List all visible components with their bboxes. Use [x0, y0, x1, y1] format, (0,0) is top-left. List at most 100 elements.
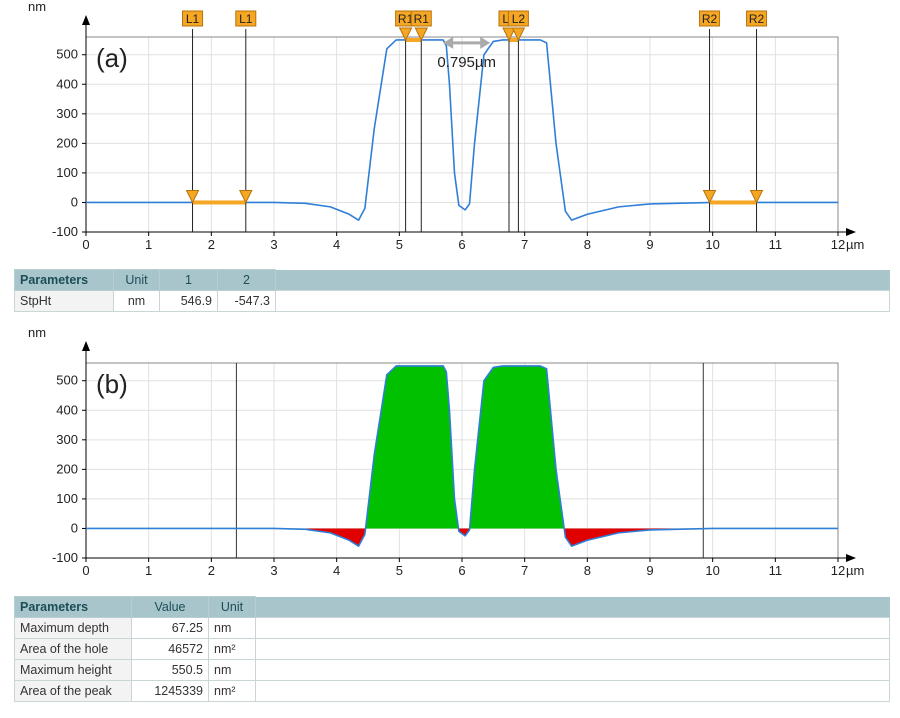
charta-y-tick-label: 500 — [56, 47, 78, 62]
table-b-header-unit: Unit — [208, 596, 256, 618]
chartb-x-tick-label: 8 — [584, 563, 591, 578]
table-a-header-unit: Unit — [113, 269, 160, 291]
table-b-unit: nm — [208, 659, 256, 681]
chartb-x-tick-label: 9 — [646, 563, 653, 578]
chartb-x-tick-label: 11 — [769, 563, 783, 578]
chartb-y-axis-arrow — [82, 341, 90, 351]
chartb-y-tick-label: 100 — [56, 491, 78, 506]
chartb-x-tick-label: 1 — [145, 563, 152, 578]
table-a-value-1: 546.9 — [159, 290, 218, 312]
charta-panel-label: (a) — [96, 43, 128, 73]
charta-y-tick-label: 200 — [56, 135, 78, 150]
charta-y-tick-label: -100 — [52, 224, 78, 239]
chartb-y-axis-label: nm — [28, 325, 46, 340]
charta-x-tick-label: 9 — [646, 237, 653, 252]
parameters-table-b: Parameters Value Unit Maximum depth 67.2… — [14, 596, 890, 702]
table-a-value-2: -547.3 — [217, 290, 276, 312]
chartb-x-tick-label: 0 — [82, 563, 89, 578]
table-b-value: 46572 — [131, 638, 209, 660]
parameters-table-a: Parameters Unit 1 2 StpHt nm 546.9 -547.… — [14, 269, 890, 312]
charta-x-tick-label: 4 — [333, 237, 340, 252]
table-b-header-parameters: Parameters — [14, 596, 132, 618]
table-b-header-value: Value — [131, 596, 209, 618]
table-b-header-row: Parameters Value Unit — [14, 596, 890, 618]
charta-x-tick-label: 10 — [705, 237, 719, 252]
table-a-param-stpht: StpHt — [14, 290, 114, 312]
charta-distance-arrow-left — [443, 36, 454, 49]
table-a-unit: nm — [113, 290, 160, 312]
chartb-x-tick-label: 7 — [521, 563, 528, 578]
charta-cursor-label-l1: L1 — [239, 12, 253, 26]
charta-x-axis-label: µm — [846, 237, 864, 252]
charta-y-tick-label: 300 — [56, 106, 78, 121]
chartb-y-tick-label: 400 — [56, 402, 78, 417]
chartb-y-tick-label: 0 — [71, 520, 78, 535]
table-b-value: 550.5 — [131, 659, 209, 681]
charta-y-tick-label: 100 — [56, 165, 78, 180]
chartb-x-tick-label: 12 — [831, 563, 845, 578]
charta-cursor-band — [192, 200, 246, 205]
charta-x-axis-arrow — [846, 228, 856, 236]
table-a-header-filler — [275, 269, 890, 291]
charta-cursor-label-r1: R1 — [414, 12, 430, 26]
charta-x-tick-label: 2 — [208, 237, 215, 252]
table-b-row-filler — [255, 617, 890, 639]
table-b-row-filler — [255, 680, 890, 702]
chartb-y-tick-label: 300 — [56, 432, 78, 447]
table-row: Maximum depth 67.25 nm — [14, 617, 890, 639]
table-b-value: 1245339 — [131, 680, 209, 702]
table-a-row-filler — [275, 290, 890, 312]
chartb-x-axis-label: µm — [846, 563, 864, 578]
table-b-param: Area of the hole — [14, 638, 132, 660]
chartb-x-tick-label: 10 — [705, 563, 719, 578]
charta-cursor-band — [405, 37, 422, 42]
charta-cursor-label-l2: L2 — [512, 12, 526, 26]
chartb-x-tick-label: 3 — [270, 563, 277, 578]
charta-y-axis-arrow — [82, 15, 90, 25]
chartb-panel-label: (b) — [96, 369, 128, 399]
table-a-header-1: 1 — [159, 269, 218, 291]
table-b-value: 67.25 — [131, 617, 209, 639]
charta-cursor-label-l1: L1 — [186, 12, 200, 26]
table-b-unit: nm² — [208, 680, 256, 702]
chartb-x-tick-label: 5 — [396, 563, 403, 578]
charta-x-tick-label: 7 — [521, 237, 528, 252]
charta-x-tick-label: 0 — [82, 237, 89, 252]
charta-cursor-label-r2: R2 — [749, 12, 765, 26]
charta-x-tick-label: 11 — [769, 237, 783, 252]
charta-x-tick-label: 5 — [396, 237, 403, 252]
chartb-y-tick-label: 200 — [56, 461, 78, 476]
table-b-unit: nm — [208, 617, 256, 639]
charta-cursor-band — [709, 200, 757, 205]
chartb-y-tick-label: -100 — [52, 550, 78, 565]
charta-x-tick-label: 8 — [584, 237, 591, 252]
charta-x-tick-label: 1 — [145, 237, 152, 252]
chartb-x-tick-label: 2 — [208, 563, 215, 578]
table-b-unit: nm² — [208, 638, 256, 660]
table-row: StpHt nm 546.9 -547.3 — [14, 290, 890, 312]
table-b-header-filler — [255, 596, 890, 618]
chartb-x-axis-arrow — [846, 554, 856, 562]
chartb-x-tick-label: 4 — [333, 563, 340, 578]
charta-y-tick-label: 0 — [71, 194, 78, 209]
table-a-header-row: Parameters Unit 1 2 — [14, 269, 890, 291]
table-b-row-filler — [255, 659, 890, 681]
table-b-param: Area of the peak — [14, 680, 132, 702]
table-b-param: Maximum height — [14, 659, 132, 681]
charta-x-tick-label: 3 — [270, 237, 277, 252]
table-row: Area of the hole 46572 nm² — [14, 638, 890, 660]
charta-x-tick-label: 6 — [458, 237, 465, 252]
charta-y-axis-label: nm — [28, 0, 46, 14]
charta-cursor-label-r2: R2 — [702, 12, 718, 26]
table-a-header-2: 2 — [217, 269, 276, 291]
chartb-x-tick-label: 6 — [458, 563, 465, 578]
charta-cursor-band — [509, 37, 519, 42]
table-row: Maximum height 550.5 nm — [14, 659, 890, 681]
table-b-row-filler — [255, 638, 890, 660]
charta-y-tick-label: 400 — [56, 76, 78, 91]
table-b-param: Maximum depth — [14, 617, 132, 639]
table-a-header-parameters: Parameters — [14, 269, 114, 291]
charta-x-tick-label: 12 — [831, 237, 845, 252]
table-row: Area of the peak 1245339 nm² — [14, 680, 890, 702]
charta-distance-annotation: 0.795µm — [437, 54, 496, 71]
